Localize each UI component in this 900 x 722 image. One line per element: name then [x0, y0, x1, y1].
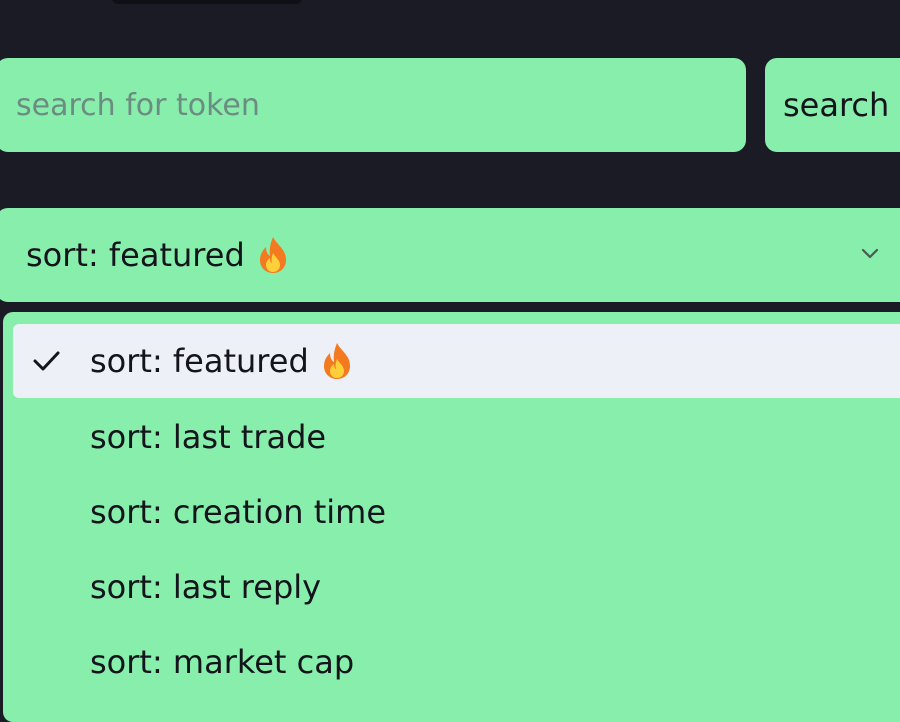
sort-option-label: sort: market cap [90, 643, 355, 681]
sort-option-label: sort: last reply [90, 568, 322, 606]
fire-icon [259, 237, 286, 273]
sort-option-last-trade[interactable]: sort: last trade [3, 400, 900, 474]
search-button-label: search [783, 86, 890, 124]
sort-select-label: sort: featured [26, 236, 245, 274]
search-field[interactable] [16, 87, 746, 123]
chevron-down-icon [861, 248, 879, 259]
sort-option-last-reply[interactable]: sort: last reply [3, 550, 900, 624]
sort-option-label: sort: creation time [90, 493, 387, 531]
sort-option-label: sort: featured [90, 342, 309, 380]
search-input[interactable] [0, 58, 746, 152]
search-button[interactable]: search [765, 58, 900, 152]
sort-option-label: sort: last trade [90, 418, 327, 456]
sort-dropdown-menu: sort: featured sort: last trade sort: cr… [3, 312, 900, 722]
sort-option-featured[interactable]: sort: featured [13, 324, 900, 398]
fire-icon [323, 343, 350, 379]
check-icon [33, 351, 60, 371]
sort-select[interactable]: sort: featured [0, 208, 900, 302]
sort-option-creation-time[interactable]: sort: creation time [3, 475, 900, 549]
sort-option-market-cap[interactable]: sort: market cap [3, 625, 900, 699]
top-bar-fragment [112, 0, 302, 4]
